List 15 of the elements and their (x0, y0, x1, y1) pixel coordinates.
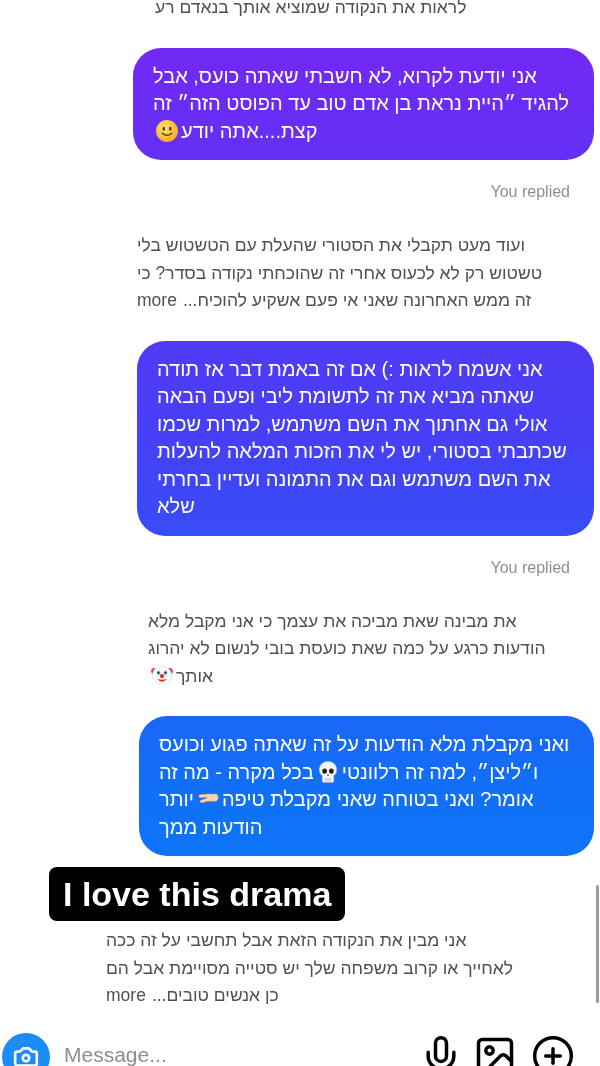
skull-icon (316, 760, 339, 783)
message-text: ואני מקבלת מלא הודעות על זה שאתה פגוע וכועס ו״ליצן״, למה זה רלוונטי בכל מקרה - מה זה אומר? ואני בטוחה שאני מקבלת טיפה יותר הודעות ממך (159, 732, 570, 840)
more-link[interactable]: more (137, 290, 177, 310)
add-icon[interactable] (531, 1033, 575, 1066)
text-sticker: I love this drama (49, 867, 346, 921)
message-input[interactable]: Message... (64, 1041, 415, 1066)
more-link[interactable]: more (106, 985, 146, 1005)
message-text: את מבינה שאת מביכה את עצמך כי אני מקבל מלא הודעות כרגע על כמה שאת כועסת בובי לנשום לא יהרוג אותך (148, 609, 547, 688)
message-text: אני יודעת לקרוא, לא חשבתי שאתה כועס, אבל להגיד ״היית נראת בן אדם טוב עד הפוסט הזה״ זה קצת....אתה יודע (153, 63, 570, 144)
smiling-face-icon (156, 119, 178, 142)
status-label: You replied (490, 182, 570, 202)
status-label: You replied (490, 557, 570, 578)
message-text: אני אשמח לראות :) אם זה באמת דבר אז תודה שאתה מביא את זה לתשומת ליבי ופעם הבאה אולי גם אחתוך את השם משתמש, למרות שכמו שכתבתי בסטורי, יש לי את הזכות המלאה להעלות את השם משתמש וגם את התמונה ועדיין בחרתי שלא (157, 356, 568, 519)
camera-button[interactable] (2, 1032, 50, 1066)
clown-face-icon (151, 663, 173, 686)
